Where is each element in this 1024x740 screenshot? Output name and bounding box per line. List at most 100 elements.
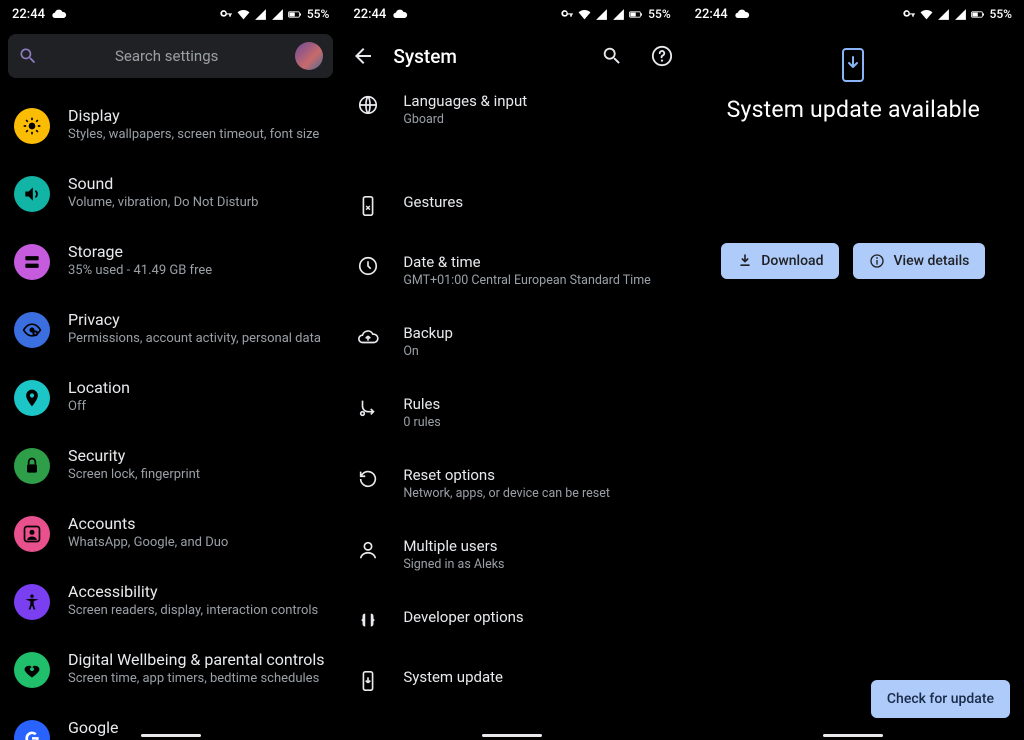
download-label: Download (761, 253, 823, 269)
item-title: Location (68, 378, 327, 397)
system-item-reset[interactable]: Reset options Network, apps, or device ca… (349, 448, 674, 519)
system-item-sysupdate[interactable]: System update (349, 650, 674, 710)
system-item-gestures[interactable]: Gestures (349, 175, 674, 235)
cloud-icon (734, 6, 750, 22)
signal-icon (937, 8, 950, 21)
item-title: Developer options (403, 608, 668, 626)
cloud-icon (392, 6, 408, 22)
item-subtitle: Permissions, account activity, personal … (68, 331, 327, 347)
item-title: Accounts (68, 514, 327, 533)
item-subtitle: 0 rules (403, 415, 668, 430)
system-item-developer[interactable]: Developer options (349, 590, 674, 650)
battery-icon (971, 8, 984, 21)
status-time: 22:44 (12, 7, 45, 22)
settings-item-security[interactable]: Security Screen lock, fingerprint (10, 432, 331, 500)
battery-text: 55% (990, 7, 1012, 21)
settings-item-storage[interactable]: Storage 35% used - 41.49 GB free (10, 228, 331, 296)
settings-item-privacy[interactable]: PrivacyPermissions, account activity, pe… (10, 296, 331, 364)
signal-icon (612, 8, 625, 21)
item-title: Gestures (403, 193, 668, 211)
search-placeholder: Search settings (50, 47, 283, 65)
nav-bar-hint (482, 734, 542, 737)
battery-text: 55% (307, 7, 329, 21)
view-details-button[interactable]: View details (853, 243, 985, 279)
item-subtitle: Signed in as Aleks (403, 557, 668, 572)
search-bar[interactable]: Search settings (8, 34, 333, 78)
accessibility-icon (14, 584, 50, 620)
cloud-up-icon (355, 326, 381, 348)
phone-download-icon (841, 48, 865, 82)
nav-bar-hint (141, 734, 201, 737)
item-title: Display (68, 106, 327, 125)
item-subtitle: Styles, wallpapers, screen timeout, font… (68, 127, 327, 143)
settings-item-location[interactable]: Location Off (10, 364, 331, 432)
settings-item-wellbeing[interactable]: Digital Wellbeing & parental controlsScr… (10, 636, 331, 704)
search-icon[interactable] (601, 45, 623, 67)
item-title: Security (68, 446, 327, 465)
system-item-rules[interactable]: Rules 0 rules (349, 377, 674, 448)
help-icon[interactable] (651, 45, 673, 67)
item-subtitle: Gboard (403, 112, 668, 127)
system-item-users[interactable]: Multiple usersSigned in as Aleks (349, 519, 674, 590)
status-icons: 55% (561, 7, 670, 21)
cloud-icon (51, 6, 67, 22)
check-update-button[interactable]: Check for update (871, 680, 1010, 718)
system-item-datetime[interactable]: Date & time GMT+01:00 Central European St… (349, 235, 674, 306)
sound-icon (14, 176, 50, 212)
signal-icon (254, 8, 267, 21)
rules-icon (355, 397, 381, 419)
item-subtitle: Volume, vibration, Do Not Disturb (68, 195, 327, 211)
item-title: Rules (403, 395, 668, 413)
privacy-icon (14, 312, 50, 348)
signal-icon (271, 8, 284, 21)
wifi-icon (237, 8, 250, 21)
system-list: Languages & inputGboard Gestures Date & … (341, 84, 682, 710)
avatar[interactable] (295, 42, 323, 70)
item-title: System update (403, 668, 668, 686)
signal-icon (595, 8, 608, 21)
pane-header: System (341, 28, 682, 84)
status-time: 22:44 (353, 7, 386, 22)
settings-item-display[interactable]: Display Styles, wallpapers, screen timeou… (10, 92, 331, 160)
settings-item-sound[interactable]: SoundVolume, vibration, Do Not Disturb (10, 160, 331, 228)
item-subtitle: Network, apps, or device can be reset (403, 486, 668, 501)
item-subtitle: GMT+01:00 Central European Standard Time (403, 273, 668, 288)
item-subtitle: On (403, 344, 668, 359)
storage-icon (14, 244, 50, 280)
item-title: Storage (68, 242, 327, 261)
item-subtitle: Screen readers, display, interaction con… (68, 603, 327, 619)
system-item-languages[interactable]: Languages & inputGboard (349, 84, 674, 145)
wifi-icon (920, 8, 933, 21)
accounts-icon (14, 516, 50, 552)
security-icon (14, 448, 50, 484)
battery-text: 55% (648, 7, 670, 21)
page-title: System (393, 45, 572, 68)
location-icon (14, 380, 50, 416)
google-icon (14, 720, 50, 740)
globe-icon (355, 94, 381, 116)
item-subtitle: Screen lock, fingerprint (68, 467, 327, 483)
settings-item-accessibility[interactable]: AccessibilityScreen readers, display, in… (10, 568, 331, 636)
wellbeing-icon (14, 652, 50, 688)
item-title: Date & time (403, 253, 668, 271)
item-subtitle: WhatsApp, Google, and Duo (68, 535, 327, 551)
item-subtitle: Off (68, 399, 327, 415)
status-bar: 22:44 55% (341, 0, 682, 28)
status-time: 22:44 (695, 7, 728, 22)
user-icon (355, 539, 381, 561)
system-item-backup[interactable]: BackupOn (349, 306, 674, 377)
item-title: Reset options (403, 466, 668, 484)
back-icon[interactable] (351, 44, 375, 68)
item-subtitle: 35% used - 41.49 GB free (68, 263, 327, 279)
status-bar: 22:44 55% (0, 0, 341, 28)
download-button[interactable]: Download (721, 243, 839, 279)
display-icon (14, 108, 50, 144)
vpn-key-icon (220, 8, 233, 21)
status-bar: 22:44 55% (683, 0, 1024, 28)
settings-list: Display Styles, wallpapers, screen timeou… (0, 92, 341, 740)
item-subtitle: Screen time, app timers, bedtime schedul… (68, 671, 327, 687)
settings-main-pane: 22:44 55% Search settings Display Styles,… (0, 0, 341, 740)
signal-icon (954, 8, 967, 21)
settings-item-accounts[interactable]: Accounts WhatsApp, Google, and Duo (10, 500, 331, 568)
view-details-label: View details (893, 253, 969, 269)
